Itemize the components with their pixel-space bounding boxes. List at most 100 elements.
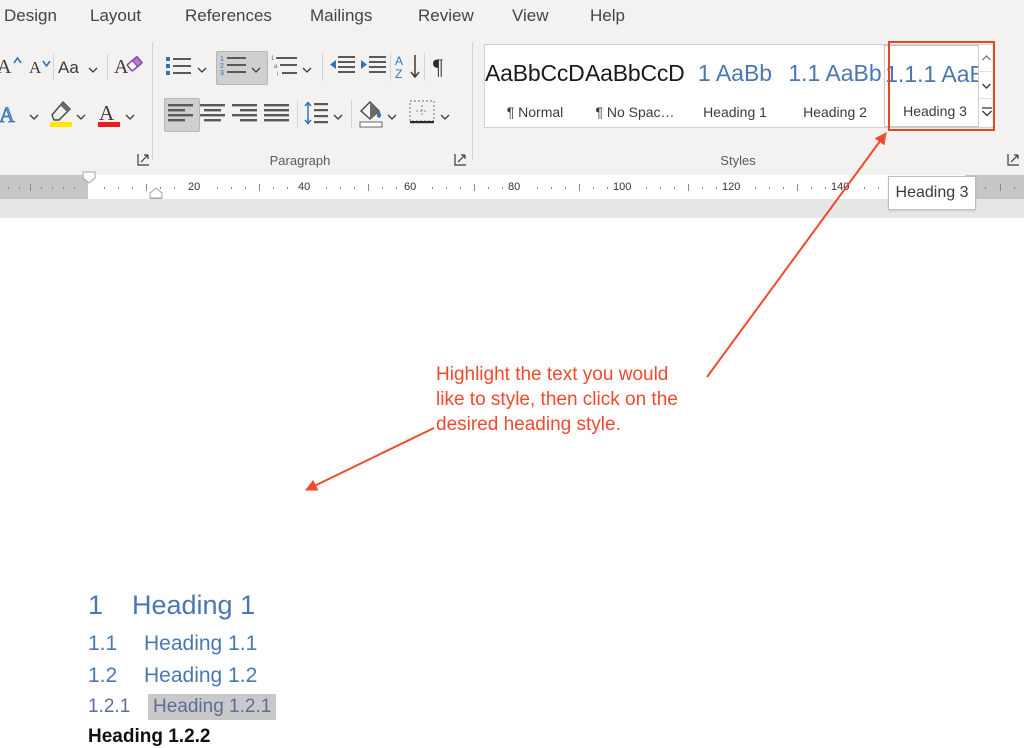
line-spacing-icon[interactable] — [303, 101, 329, 127]
increase-indent-icon[interactable] — [360, 55, 386, 77]
tab-mailings[interactable]: Mailings — [310, 6, 372, 26]
tab-references[interactable]: References — [185, 6, 272, 26]
ruler-number-20: 20 — [188, 181, 201, 193]
ruler-number-140: 140 — [831, 181, 850, 193]
group-label-paragraph: Paragraph — [269, 153, 331, 168]
styles-gallery-scrollbar[interactable] — [978, 45, 994, 127]
style-name: Heading 3 — [903, 103, 967, 119]
ruler-number-60: 60 — [404, 181, 417, 193]
svg-text:2: 2 — [220, 63, 224, 70]
svg-text:3: 3 — [220, 70, 224, 77]
styles-scroll-down-button[interactable] — [979, 72, 994, 99]
styles-more-button[interactable] — [979, 99, 994, 126]
styles-dialog-launcher[interactable] — [1007, 153, 1019, 166]
document-top-band — [0, 199, 1024, 218]
grow-font-icon[interactable]: A — [0, 52, 26, 78]
first-line-indent-marker[interactable] — [82, 171, 96, 184]
tab-layout[interactable]: Layout — [90, 6, 141, 26]
style-item-normal[interactable]: AaBbCcDɔ ¶ Normal — [485, 45, 585, 127]
multilevel-list-icon[interactable]: 1 a i — [271, 54, 299, 78]
tab-design[interactable]: Design — [4, 6, 57, 26]
document-body-line: Heading 1.2.2 — [88, 726, 211, 747]
heading-number: 1.2 — [88, 664, 118, 687]
svg-text:1: 1 — [271, 56, 275, 62]
svg-text:i: i — [277, 72, 278, 78]
align-right-icon[interactable] — [232, 103, 258, 125]
heading-text: Heading 1 — [132, 590, 256, 620]
line-spacing-chevron-down-icon[interactable] — [332, 109, 344, 127]
ruler[interactable]: 20 40 60 80 100 120 140 — [0, 171, 1024, 204]
selected-text: Heading 1.2.1 — [148, 694, 277, 720]
styles-gallery[interactable]: AaBbCcDɔ ¶ Normal AaBbCcDɔ ¶ No Spac… 1 … — [484, 44, 995, 128]
document-heading-1-2-1: 1.2.1 Heading 1.2.1 — [88, 694, 277, 720]
style-tooltip-label: Heading 3 — [895, 184, 969, 201]
change-case-chevron-down-icon[interactable] — [87, 62, 99, 80]
text-effects-chevron-down-icon[interactable] — [28, 109, 40, 127]
svg-text:Z: Z — [395, 67, 402, 81]
svg-text:A: A — [29, 58, 42, 77]
style-item-no-spacing[interactable]: AaBbCcDɔ ¶ No Spac… — [585, 45, 685, 127]
paragraph-dialog-launcher[interactable] — [454, 153, 466, 166]
style-name: Heading 2 — [803, 104, 867, 120]
borders-chevron-down-icon[interactable] — [439, 109, 451, 127]
svg-text:a: a — [274, 64, 278, 70]
sort-icon[interactable]: A Z — [395, 52, 425, 82]
font-color-icon[interactable]: A — [96, 98, 122, 130]
style-item-heading-3[interactable]: 1.1.1 AaB Heading 3 — [884, 45, 985, 127]
styles-scroll-up-button[interactable] — [979, 45, 994, 72]
align-left-icon[interactable] — [168, 103, 194, 125]
font-color-chevron-down-icon[interactable] — [124, 109, 136, 127]
borders-icon[interactable] — [408, 99, 436, 127]
numbering-chevron-down-icon[interactable] — [250, 62, 262, 80]
annotation-line-2: like to style, then click on the — [436, 389, 678, 410]
multilevel-list-chevron-down-icon[interactable] — [301, 62, 313, 80]
ribbon: Design Layout References Mailings Review… — [0, 0, 1024, 175]
justify-icon[interactable] — [264, 103, 290, 125]
style-preview: 1 AaBb — [697, 60, 773, 86]
svg-text:A: A — [0, 56, 12, 78]
annotation-line-3: desired heading style. — [436, 414, 621, 435]
svg-text:1: 1 — [220, 56, 224, 63]
align-center-icon[interactable] — [200, 103, 226, 125]
style-preview: 1.1 AaBb — [788, 60, 882, 86]
group-label-styles: Styles — [720, 153, 756, 168]
svg-text:Aa: Aa — [58, 58, 79, 77]
document-heading-1-2: 1.2 Heading 1.2 — [88, 664, 257, 688]
shrink-font-icon[interactable]: A — [28, 54, 56, 78]
svg-text:A: A — [99, 101, 115, 125]
style-preview: 1.1.1 AaB — [885, 61, 985, 87]
style-item-heading-2[interactable]: 1.1 AaBb Heading 2 — [785, 45, 885, 127]
ruler-number-40: 40 — [298, 181, 311, 193]
show-formatting-marks-icon[interactable]: ¶ — [431, 53, 453, 79]
heading-number: 1 — [88, 590, 104, 620]
svg-text:¶: ¶ — [433, 54, 443, 79]
numbering-icon[interactable]: 1 2 3 — [220, 54, 248, 78]
annotation-line-1: Highlight the text you would — [436, 364, 669, 385]
decrease-indent-icon[interactable] — [329, 55, 355, 77]
text-effects-icon[interactable]: A — [0, 100, 26, 128]
svg-text:A: A — [395, 54, 403, 68]
svg-text:A: A — [0, 102, 15, 127]
text-highlight-color-icon[interactable] — [47, 98, 75, 130]
heading-number: 1.2.1 — [88, 696, 131, 717]
style-name: Heading 1 — [703, 104, 767, 120]
annotation-text: Highlight the text you would like to sty… — [436, 362, 726, 437]
bullets-icon[interactable] — [165, 54, 193, 78]
heading-text: Heading 1.1 — [144, 632, 258, 655]
heading-number: 1.1 — [88, 632, 118, 655]
font-dialog-launcher[interactable] — [137, 153, 149, 166]
ribbon-tab-bar: Design Layout References Mailings Review… — [0, 0, 1024, 40]
change-case-icon[interactable]: Aa — [58, 56, 86, 78]
highlight-chevron-down-icon[interactable] — [75, 109, 87, 127]
clear-formatting-icon[interactable]: A — [114, 53, 146, 81]
tab-view[interactable]: View — [512, 6, 549, 26]
shading-chevron-down-icon[interactable] — [386, 109, 398, 127]
style-preview: AaBbCcDɔ — [585, 60, 685, 86]
ruler-number-100: 100 — [613, 181, 632, 193]
shading-icon[interactable] — [357, 98, 385, 130]
style-item-heading-1[interactable]: 1 AaBb Heading 1 — [685, 45, 785, 127]
style-name: ¶ Normal — [506, 104, 564, 120]
tab-review[interactable]: Review — [418, 6, 474, 26]
tab-help[interactable]: Help — [590, 6, 625, 26]
bullets-chevron-down-icon[interactable] — [196, 62, 208, 80]
